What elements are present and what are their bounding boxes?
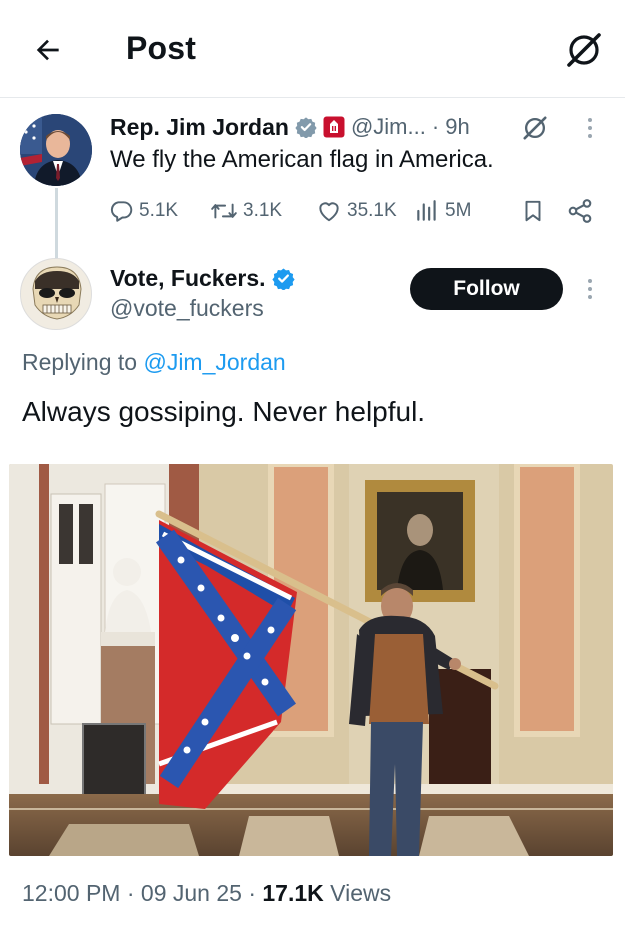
post-metadata: 12:00 PM · 09 Jun 25 · 17.1K Views <box>22 880 391 907</box>
follow-button[interactable]: Follow <box>410 268 563 310</box>
reply-tweet-text: Always gossiping. Never helpful. <box>22 396 426 427</box>
avatar-vote-fuckers[interactable] <box>20 258 92 330</box>
views-count: 5M <box>445 200 472 221</box>
post-views-label: Views <box>323 880 392 906</box>
avatar-jim-jordan[interactable] <box>20 114 92 186</box>
like-count: 35.1K <box>347 200 397 221</box>
reply-icon <box>110 201 133 222</box>
avatar-image <box>21 259 91 329</box>
more-vertical-icon[interactable] <box>587 118 593 138</box>
retweet-count: 3.1K <box>243 200 283 221</box>
verified-badge-icon <box>271 267 295 290</box>
media-photo <box>9 464 613 856</box>
arrow-left-icon <box>36 39 59 61</box>
share-icon <box>568 199 592 223</box>
post-time[interactable]: 12:00 PM <box>22 880 120 906</box>
thread-line <box>55 188 58 258</box>
back-button[interactable] <box>28 30 68 70</box>
parent-author-row: Rep. Jim Jordan @Jim... · 9h <box>110 111 470 143</box>
reply-display-name[interactable]: Vote, Fuckers. <box>110 265 266 292</box>
meta-separator: · <box>241 880 263 906</box>
tweet-media-image[interactable] <box>9 464 613 856</box>
bookmark-icon <box>525 200 541 222</box>
parent-action-bar: 5.1K 3.1K 35.1K 5M <box>108 195 598 227</box>
parent-handle[interactable]: @Jim... <box>351 114 426 140</box>
reply-button[interactable]: 5.1K <box>108 195 178 227</box>
share-button[interactable] <box>566 195 594 227</box>
post-date[interactable]: 09 Jun 25 <box>141 880 242 906</box>
replying-prefix: Replying to <box>22 349 144 375</box>
parent-display-name[interactable]: Rep. Jim Jordan <box>110 114 289 141</box>
views-button[interactable]: 5M <box>414 195 471 227</box>
grok-button[interactable] <box>562 28 606 72</box>
verified-badge-icon <box>295 116 317 138</box>
parent-grok-button[interactable] <box>520 113 550 143</box>
page-title: Post <box>126 30 197 66</box>
views-chart-icon <box>417 200 436 221</box>
replying-to: Replying to @Jim_Jordan <box>22 349 286 376</box>
grok-icon <box>567 33 601 67</box>
avatar-image <box>20 114 92 186</box>
reply-count: 5.1K <box>139 200 179 221</box>
bookmark-button[interactable] <box>520 195 546 227</box>
retweet-icon <box>211 203 237 219</box>
parent-time[interactable]: · 9h <box>432 114 470 140</box>
replying-mention-link[interactable]: @Jim_Jordan <box>143 349 285 375</box>
parent-tweet-text: We fly the American flag in America. <box>110 146 494 173</box>
meta-separator: · <box>120 880 141 906</box>
house-of-representatives-icon <box>323 116 345 138</box>
top-bar: Post <box>0 0 625 98</box>
like-button[interactable]: 35.1K <box>316 195 397 227</box>
reply-author-row: Vote, Fuckers. <box>110 262 295 294</box>
reply-handle[interactable]: @vote_fuckers <box>110 295 264 322</box>
retweet-button[interactable]: 3.1K <box>210 195 282 227</box>
heart-icon <box>319 202 339 222</box>
post-views-count[interactable]: 17.1K <box>262 880 323 906</box>
grok-icon <box>523 116 547 140</box>
more-vertical-icon[interactable] <box>587 279 593 299</box>
